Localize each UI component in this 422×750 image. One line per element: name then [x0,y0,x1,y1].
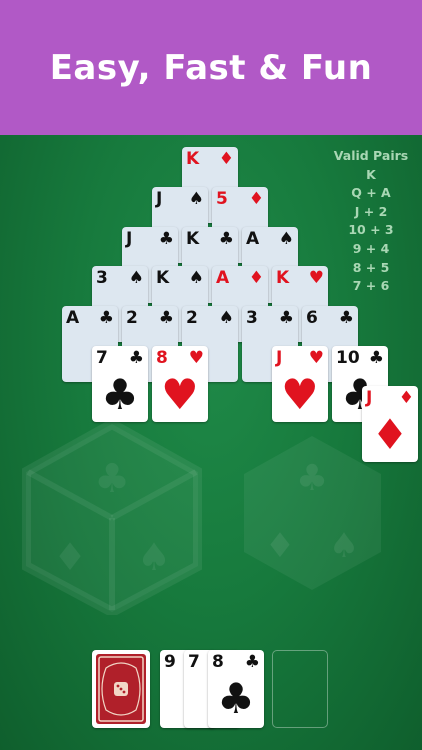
suit-icon: ♣ [128,348,144,368]
pyramid-card-free[interactable]: J ♦ ♦ [362,386,418,462]
card-rank: 5 [216,189,228,209]
suit-icon: ♠ [188,268,204,288]
suit-icon: ♦ [248,268,264,288]
big-suit-icon: ♥ [161,370,199,419]
suit-icon: ♣ [158,229,174,249]
card-back-icon [96,654,146,724]
svg-text:♦: ♦ [53,535,87,579]
card-rank: K [186,149,200,169]
suit-icon: ♠ [128,268,144,288]
draw-pile[interactable] [92,650,150,728]
card-rank: K [186,229,200,249]
suit-icon: ♦ [248,189,264,209]
promo-banner: Easy, Fast & Fun [0,0,422,135]
pair-item: 7 + 6 [352,278,390,294]
card-rank: 7 [96,348,108,368]
pair-item: 8 + 5 [352,259,390,275]
card-rank: J [276,348,283,368]
card-rank: A [216,268,230,288]
big-suit-icon: ♥ [281,370,319,419]
big-suit-icon: ♦ [371,410,409,459]
card-rank: 9 [164,652,176,672]
suit-icon: ♣ [158,308,174,328]
svg-text:♠: ♠ [329,526,359,566]
svg-text:♠: ♠ [137,535,171,579]
banner-title: Easy, Fast & Fun [49,47,373,88]
card-rank: A [66,308,80,328]
pyramid-card-free[interactable]: 7 ♣ ♣ [92,346,148,422]
card-rank: 2 [126,308,138,328]
svg-text:♦: ♦ [265,526,295,566]
card-back-pattern-icon [98,656,144,722]
suit-icon: ♣ [244,652,260,672]
suit-icon: ♠ [218,308,234,328]
card-rank: 3 [246,308,258,328]
suit-icon: ♥ [188,348,204,368]
pair-item: Q + A [351,185,391,201]
valid-pairs-panel: Valid Pairs K Q + A J + 2 10 + 3 9 + 4 8… [326,147,416,296]
card-rank: 2 [186,308,198,328]
card-rank: 7 [188,652,200,672]
big-suit-icon: ♣ [101,370,139,419]
suit-icon: ♥ [308,348,324,368]
pair-item: J + 2 [354,203,388,219]
svg-text:♣: ♣ [94,456,130,502]
suit-icon: ♣ [218,229,234,249]
suit-icon: ♣ [278,308,294,328]
card-rank: J [156,189,163,209]
suit-icon: ♣ [338,308,354,328]
valid-pairs-title: Valid Pairs [333,148,409,163]
dice-watermark-left-icon: ♣ ♦ ♠ [22,420,202,615]
card-rank: J [366,388,373,408]
pair-item: 9 + 4 [352,240,390,256]
card-rank: J [126,229,133,249]
suit-icon: ♦ [398,388,414,408]
pair-item: 10 + 3 [348,222,394,238]
card-rank: K [156,268,170,288]
empty-card-slot[interactable] [272,650,328,728]
card-rank: 10 [336,348,360,368]
card-rank: A [246,229,260,249]
card-rank: K [276,268,290,288]
card-rank: 6 [306,308,318,328]
pyramid-card-free[interactable]: J ♥ ♥ [272,346,328,422]
svg-text:♣: ♣ [296,458,328,499]
suit-icon: ♠ [278,229,294,249]
card-rank: 8 [212,652,224,672]
suit-icon: ♦ [218,149,234,169]
suit-icon: ♠ [188,189,204,209]
suit-icon: ♣ [368,348,384,368]
suit-icon: ♣ [98,308,114,328]
big-suit-icon: ♣ [217,674,255,723]
pair-item: K [366,166,376,182]
waste-card-top[interactable]: 8 ♣ ♣ [208,650,264,728]
pyramid-card-free[interactable]: 8 ♥ ♥ [152,346,208,422]
card-rank: 3 [96,268,108,288]
card-rank: 8 [156,348,168,368]
suit-icon: ♥ [308,268,324,288]
